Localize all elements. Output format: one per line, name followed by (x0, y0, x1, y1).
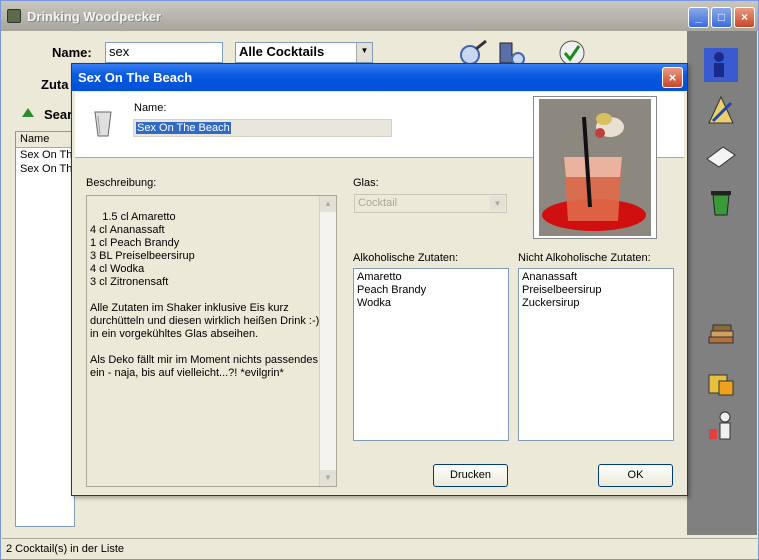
glas-label: Glas: (353, 177, 379, 189)
beschreibung-textarea[interactable]: 1.5 cl Amaretto 4 cl Ananassaft 1 cl Pea… (86, 195, 337, 487)
glas-select[interactable]: Cocktail ▼ (354, 194, 507, 213)
glas-select-value: Cocktail (358, 197, 398, 209)
dialog-close-button[interactable]: × (662, 67, 683, 88)
close-button[interactable]: × (734, 7, 755, 28)
memo-scrollbar[interactable]: ▲ ▼ (319, 196, 336, 486)
list-header[interactable]: Name (16, 132, 74, 148)
main-window-title: Drinking Woodpecker (27, 9, 162, 24)
search-section-label: Sear (44, 107, 73, 122)
arrow-up-icon[interactable] (21, 107, 35, 119)
app-icon (7, 9, 21, 23)
list-item[interactable]: Sex On The (16, 162, 74, 176)
document-icon[interactable] (703, 139, 739, 175)
list-item[interactable]: Sex On The (16, 148, 74, 162)
ok-button[interactable]: OK (598, 464, 673, 487)
books-icon[interactable] (703, 319, 739, 355)
alkoholisch-list[interactable]: Amaretto Peach Brandy Wodka (353, 268, 509, 441)
dialog-name-label: Name: (134, 102, 167, 114)
glass-icon (94, 111, 112, 137)
edit-icon[interactable] (703, 93, 739, 129)
cocktail-dialog: Sex On The Beach × Name: Sex On The Beac… (71, 63, 688, 496)
nicht-alkoholisch-list[interactable]: Ananassaft Preiselbeersirup Zuckersirup (518, 268, 674, 441)
dialog-title-bar[interactable]: Sex On The Beach × (72, 64, 687, 91)
dialog-name-input[interactable]: Sex On The Beach (133, 119, 392, 137)
drucken-button[interactable]: Drucken (433, 464, 508, 487)
main-title-bar[interactable]: Drinking Woodpecker _ □ × (1, 1, 758, 31)
nicht-alkoholisch-label: Nicht Alkoholische Zutaten: (518, 252, 651, 264)
cocktail-list[interactable]: Name Sex On The Sex On The (15, 131, 75, 527)
dialog-name-value: Sex On The Beach (136, 122, 231, 134)
beschreibung-label: Beschreibung: (86, 177, 157, 189)
scroll-down-icon[interactable]: ▼ (320, 470, 336, 486)
category-select-value: Alle Cocktails (239, 44, 325, 59)
category-select[interactable]: Alle Cocktails ▼ (235, 42, 373, 63)
alkoholisch-label: Alkoholische Zutaten: (353, 252, 459, 264)
cocktail-photo (533, 96, 657, 239)
zutaten-label: Zuta (41, 77, 69, 92)
name-label: Name: (52, 45, 92, 60)
chevron-down-icon: ▼ (490, 196, 505, 211)
status-bar: 2 Cocktail(s) in der Liste (2, 538, 757, 559)
beschreibung-text: 1.5 cl Amaretto 4 cl Ananassaft 1 cl Pea… (90, 211, 320, 379)
maximize-button[interactable]: □ (711, 7, 732, 28)
box-icon[interactable] (703, 365, 739, 401)
dialog-title: Sex On The Beach (78, 70, 193, 85)
minimize-button[interactable]: _ (688, 7, 709, 28)
search-name-input[interactable]: sex (105, 42, 223, 63)
scroll-up-icon[interactable]: ▲ (320, 196, 336, 212)
chevron-down-icon: ▼ (356, 43, 372, 62)
sidebar (687, 31, 757, 535)
users-icon[interactable] (703, 409, 739, 445)
trash-icon[interactable] (703, 183, 739, 219)
user-icon[interactable] (703, 47, 739, 83)
